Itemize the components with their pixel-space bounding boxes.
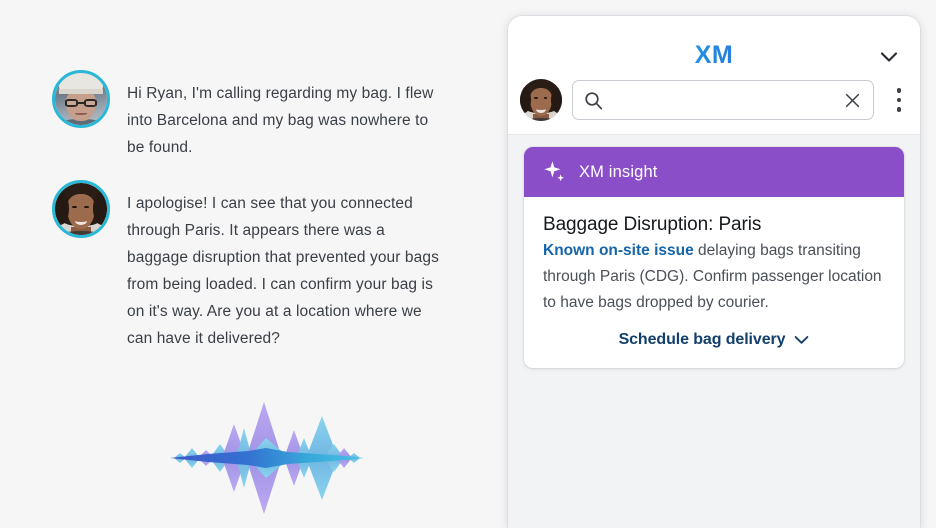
insight-card-header-label: XM insight [579, 162, 658, 181]
search-input[interactable] [611, 91, 833, 109]
search-field[interactable] [572, 80, 874, 120]
avatar [520, 79, 562, 121]
insight-card-description: Known on-site issue delaying bags transi… [543, 238, 885, 316]
transcript-message: Hi Ryan, I'm calling regarding my bag. I… [52, 70, 442, 161]
schedule-bag-delivery-label: Schedule bag delivery [618, 331, 786, 348]
transcript-message-text: I apologise! I can see that you connecte… [127, 195, 439, 347]
xm-logo: XM [508, 43, 920, 68]
xm-insight-card: XM insight Baggage Disruption: Paris Kno… [524, 147, 904, 368]
insight-card-title: Baggage Disruption: Paris [543, 214, 762, 235]
more-vertical-icon[interactable] [884, 80, 914, 120]
panel-header: XM [508, 16, 920, 135]
insight-card-actions: Schedule bag delivery [543, 331, 885, 349]
insight-card-body: Baggage Disruption: Paris Known on-site … [524, 197, 904, 368]
panel-body: XM insight Baggage Disruption: Paris Kno… [508, 135, 920, 528]
audio-waveform-icon [168, 398, 368, 518]
transcript-message: I apologise! I can see that you connecte… [52, 180, 442, 352]
agent-avatar [52, 180, 110, 238]
known-issue-link[interactable]: Known on-site issue [543, 242, 694, 259]
insight-card-header: XM insight [524, 147, 904, 197]
sparkle-ai-icon [542, 159, 568, 185]
close-icon[interactable] [841, 89, 863, 111]
chevron-down-icon [794, 335, 809, 345]
search-icon [584, 91, 603, 110]
schedule-bag-delivery-button[interactable]: Schedule bag delivery [619, 331, 810, 349]
customer-avatar [52, 70, 110, 128]
conversation-transcript: Hi Ryan, I'm calling regarding my bag. I… [0, 0, 500, 528]
panel-search-row [508, 76, 920, 124]
xm-assistant-panel: XM XM insight Baggage Disruption: Paris … [508, 16, 920, 528]
chevron-down-icon[interactable] [872, 42, 906, 72]
transcript-message-text: Hi Ryan, I'm calling regarding my bag. I… [127, 85, 434, 156]
app-root: Hi Ryan, I'm calling regarding my bag. I… [0, 0, 936, 528]
